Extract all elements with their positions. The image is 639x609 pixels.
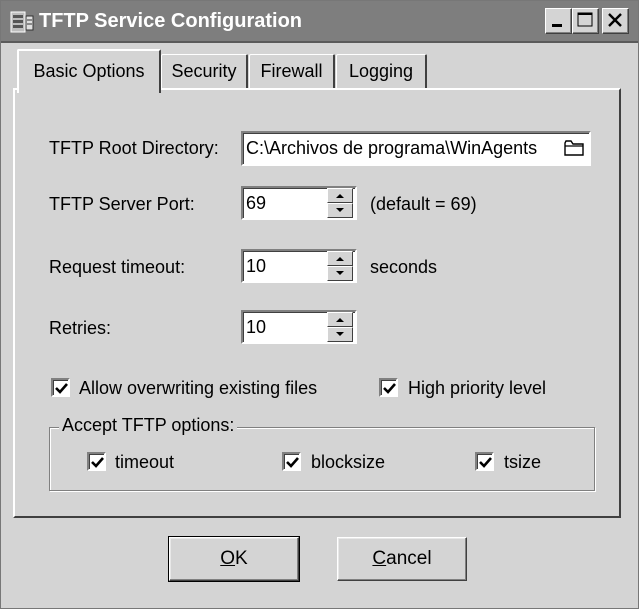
server-port-value: 69	[246, 193, 267, 213]
minimize-icon	[552, 24, 562, 27]
checkmark-icon	[383, 383, 396, 394]
request-timeout-up-button[interactable]	[327, 251, 353, 266]
server-port-down-button[interactable]	[327, 203, 353, 218]
server-port-default-hint: (default = 69)	[370, 194, 477, 214]
retries-down-button[interactable]	[327, 327, 353, 342]
root-directory-label: TFTP Root Directory:	[49, 138, 219, 158]
root-directory-field[interactable]: C:\Archivos de programa\WinAgents	[241, 131, 591, 166]
accept-tftp-options-legend: Accept TFTP options:	[59, 415, 238, 436]
retries-label: Retries:	[49, 318, 112, 338]
dialog-window: TFTP Service Configuration Basic Options…	[0, 0, 639, 609]
root-directory-value: C:\Archivos de programa\WinAgents	[246, 138, 538, 158]
request-timeout-label: Request timeout:	[49, 257, 186, 277]
high-priority-checkbox[interactable]	[379, 378, 398, 397]
close-icon	[608, 13, 622, 27]
checkmark-icon	[286, 457, 299, 468]
tab-security[interactable]: Security	[161, 54, 248, 89]
arrow-down-icon	[336, 208, 344, 212]
arrow-down-icon	[336, 271, 344, 275]
arrow-up-icon	[336, 257, 344, 261]
checkmark-icon	[91, 457, 104, 468]
request-timeout-unit: seconds	[370, 257, 438, 277]
checkmark-icon	[479, 457, 492, 468]
blocksize-option-label[interactable]: blocksize	[311, 452, 385, 473]
request-timeout-value: 10	[246, 256, 267, 276]
retries-value: 10	[246, 317, 267, 337]
ok-button[interactable]: OK	[168, 536, 300, 582]
server-port-label: TFTP Server Port:	[49, 194, 195, 214]
server-port-up-button[interactable]	[327, 188, 353, 203]
request-timeout-spinner[interactable]	[327, 251, 353, 281]
ok-button-mnemonic: O	[220, 548, 236, 569]
high-priority-label[interactable]: High priority level	[408, 378, 546, 399]
server-app-icon	[10, 11, 34, 33]
cancel-button-label: ancel	[386, 548, 432, 569]
timeout-option-checkbox[interactable]	[87, 452, 106, 471]
close-button[interactable]	[602, 8, 629, 34]
arrow-down-icon	[336, 332, 344, 336]
allow-overwrite-checkbox[interactable]	[51, 378, 70, 397]
window-title: TFTP Service Configuration	[39, 10, 302, 32]
blocksize-option-checkbox[interactable]	[282, 452, 301, 471]
minimize-button[interactable]	[545, 8, 572, 34]
tab-basic-options[interactable]: Basic Options	[17, 49, 161, 93]
cancel-button-mnemonic: C	[372, 548, 387, 569]
maximize-icon	[577, 12, 593, 27]
arrow-up-icon	[336, 194, 344, 198]
checkmark-icon	[55, 383, 68, 394]
request-timeout-down-button[interactable]	[327, 266, 353, 281]
ok-button-label: K	[235, 548, 248, 569]
tab-firewall[interactable]: Firewall	[249, 54, 335, 89]
folder-browse-icon[interactable]	[562, 136, 586, 160]
title-bar[interactable]: TFTP Service Configuration	[1, 1, 638, 43]
timeout-option-label[interactable]: timeout	[115, 452, 174, 473]
tsize-option-label[interactable]: tsize	[504, 452, 541, 473]
retries-spinner[interactable]	[327, 312, 353, 342]
maximize-button[interactable]	[572, 8, 599, 34]
tsize-option-checkbox[interactable]	[475, 452, 494, 471]
cancel-button[interactable]: Cancel	[337, 537, 467, 581]
tab-logging[interactable]: Logging	[336, 54, 427, 89]
retries-up-button[interactable]	[327, 312, 353, 327]
server-port-spinner[interactable]	[327, 188, 353, 218]
allow-overwrite-label[interactable]: Allow overwriting existing files	[79, 378, 317, 399]
arrow-up-icon	[336, 318, 344, 322]
